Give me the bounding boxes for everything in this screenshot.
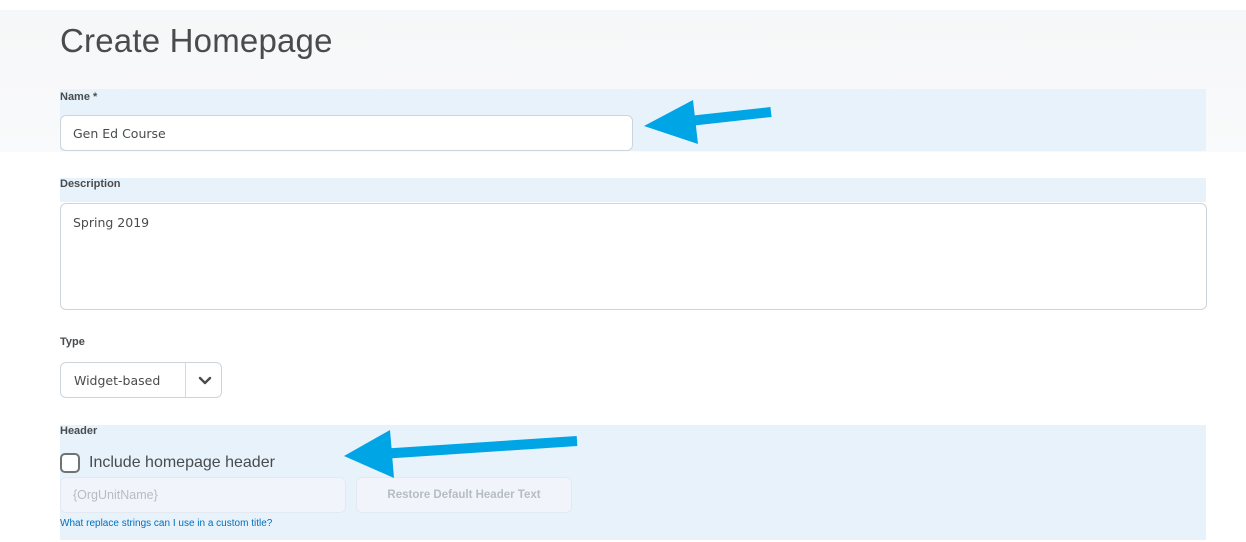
name-label: Name * [60,91,98,103]
header-text-input[interactable]: {OrgUnitName} [60,477,346,513]
type-label: Type [60,336,85,348]
select-divider [185,363,186,397]
arrow-left-icon [344,430,578,478]
replace-strings-help-link[interactable]: What replace strings can I use in a cust… [60,518,272,529]
arrow-left-icon [644,100,772,144]
include-header-label[interactable]: Include homepage header [89,454,275,472]
description-textarea[interactable]: Spring 2019 [60,203,1207,310]
include-header-checkbox[interactable] [60,453,80,473]
chevron-down-icon [198,376,212,385]
header-label: Header [60,425,98,437]
name-input[interactable]: Gen Ed Course [60,115,633,151]
type-select-value: Widget-based [74,373,161,388]
type-select[interactable]: Widget-based [60,362,222,398]
description-section-highlight [60,178,1206,202]
page-title: Create Homepage [60,22,333,59]
description-label: Description [60,178,121,190]
